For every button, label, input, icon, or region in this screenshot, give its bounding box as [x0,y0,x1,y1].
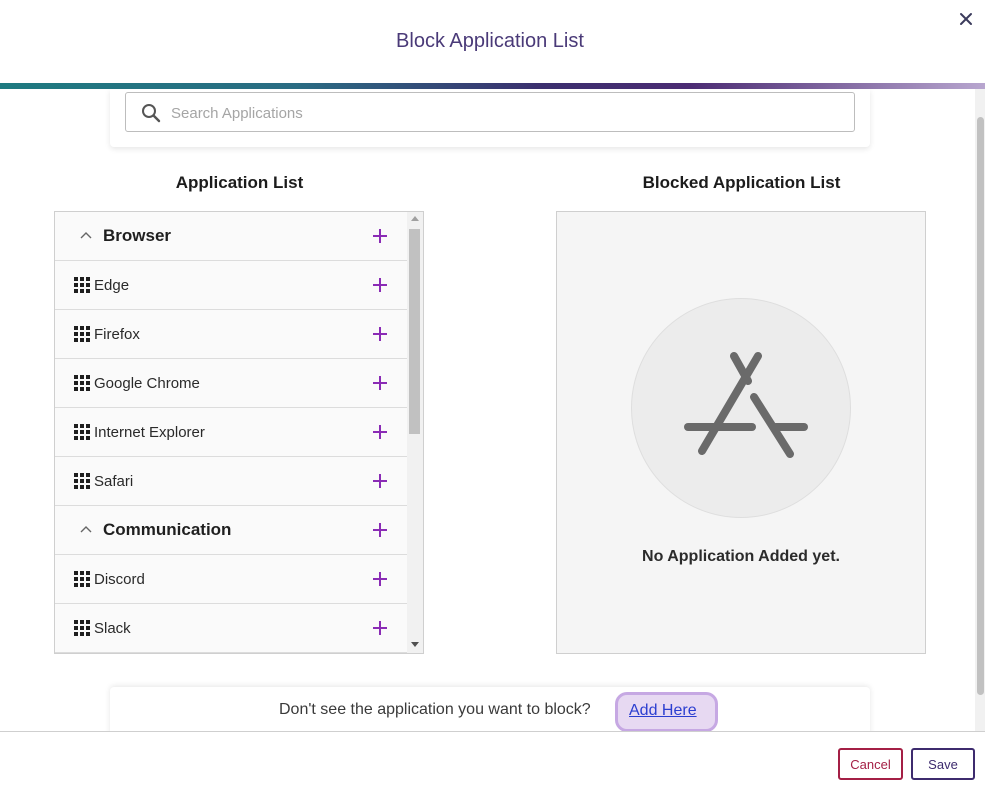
close-button[interactable] [955,8,977,30]
dialog-scrollbar[interactable] [975,89,985,731]
application-label: Safari [94,473,134,490]
category-label: Communication [103,520,232,539]
plus-icon[interactable] [371,325,389,343]
application-list-heading: Application List [175,173,304,192]
category-row[interactable]: Browser [55,212,407,261]
plus-icon[interactable] [371,619,389,637]
application-list-scrollbar[interactable] [407,212,423,653]
empty-state-illustration [631,298,851,518]
search-box[interactable] [125,92,855,132]
search-input[interactable] [171,101,841,125]
application-label: Firefox [94,326,140,343]
plus-icon[interactable] [371,570,389,588]
application-label: Discord [94,571,145,588]
application-row[interactable]: Discord [55,555,407,604]
grid-icon [74,620,90,636]
scroll-up-arrow[interactable] [411,216,419,221]
application-row[interactable]: Slack [55,604,407,653]
add-here-link-highlight: Add Here [615,692,718,731]
blocked-application-list: No Application Added yet. [556,211,926,654]
close-icon [960,13,972,25]
grid-icon [74,277,90,293]
chevron-up-icon[interactable] [79,229,93,243]
search-card [110,89,870,147]
dialog-title: Block Application List [396,30,584,52]
application-label: Edge [94,277,130,294]
category-label: Browser [103,226,172,245]
grid-icon [74,473,90,489]
app-store-icon [684,352,808,458]
dialog-footer: Cancel Save [0,731,985,790]
dialog-header: Block Application List [0,0,985,84]
cancel-button[interactable]: Cancel [838,748,903,780]
application-row[interactable]: Internet Explorer [55,408,407,457]
plus-icon[interactable] [371,374,389,392]
plus-icon[interactable] [371,521,389,539]
plus-icon[interactable] [371,276,389,294]
application-row[interactable]: Safari [55,457,407,506]
application-label: Google Chrome [94,375,200,392]
plus-icon[interactable] [371,227,389,245]
search-icon [142,104,161,123]
blocked-application-list-heading: Blocked Application List [642,173,841,192]
add-here-link[interactable]: Add Here [629,702,697,720]
grid-icon [74,424,90,440]
dialog-scrollbar-thumb[interactable] [977,117,984,695]
chevron-up-icon[interactable] [79,523,93,537]
dialog-body: Application List Blocked Application Lis… [0,89,975,731]
save-button[interactable]: Save [911,748,975,780]
application-row[interactable]: Firefox [55,310,407,359]
application-row[interactable]: Edge [55,261,407,310]
empty-state-message: No Application Added yet. [642,548,840,565]
block-application-dialog: Block Application List Application List … [0,0,985,790]
application-label: Internet Explorer [94,424,205,441]
grid-icon [74,326,90,342]
add-application-prompt-text: Don't see the application you want to bl… [279,701,591,718]
scroll-down-arrow[interactable] [411,642,419,647]
grid-icon [74,571,90,587]
grid-icon [74,375,90,391]
plus-icon[interactable] [371,423,389,441]
application-label: Slack [94,620,131,637]
plus-icon[interactable] [371,472,389,490]
category-row[interactable]: Communication [55,506,407,555]
application-rows: Browser Edge Firefox Google Chrome Internet … [55,212,407,653]
application-row[interactable]: Google Chrome [55,359,407,408]
application-list: Browser Edge Firefox Google Chrome Internet … [54,211,424,654]
scrollbar-thumb[interactable] [409,229,420,434]
add-application-prompt: Don't see the application you want to bl… [110,687,870,731]
